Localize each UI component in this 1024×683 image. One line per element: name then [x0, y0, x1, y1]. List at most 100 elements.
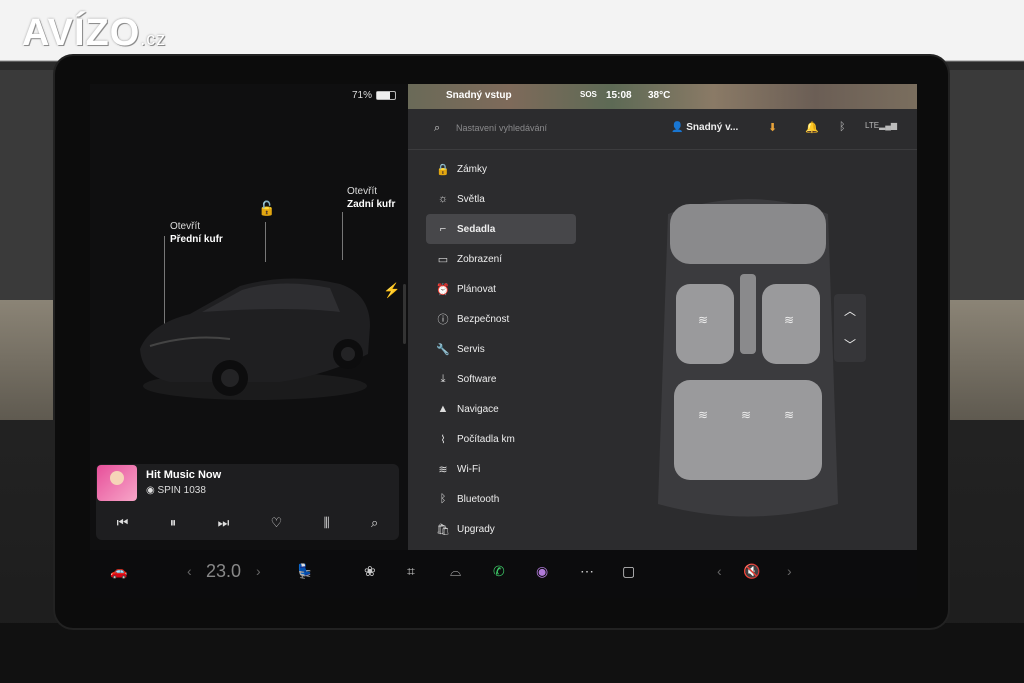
battery-percent: 71% — [351, 90, 372, 101]
map-status-strip: Snadný vstup SOS 15:08 38°C — [408, 84, 917, 109]
trip-icon: ⌇ — [440, 433, 446, 446]
settings-menu: 🔒 Zámky ☼ Světla ⌐ Sedadla ▭ Zobrazení ⏰ Plánovat… — [426, 154, 576, 544]
settings-search-input[interactable]: Nastavení vyhledávání — [456, 123, 547, 133]
menu-item-upgrady[interactable]: 🛍 Upgrady — [426, 514, 576, 544]
front-defrost-icon[interactable]: ⌓ — [450, 563, 461, 580]
search-row: ⌕ Nastavení vyhledávání 👤 Snadný v... ⬇ … — [408, 109, 917, 150]
seat-heater-icon[interactable]: 💺 — [296, 563, 313, 580]
volume-down-chevron-icon[interactable]: ‹ — [717, 563, 722, 579]
svg-text:≋: ≋ — [741, 408, 751, 422]
touchscreen: 71% Otevřít Přední kufr Otevřít Zadní ku… — [90, 84, 917, 598]
dashboard-bottom — [0, 623, 1024, 683]
clock-icon: ⏰ — [436, 283, 450, 296]
download-icon[interactable]: ⬇ — [768, 121, 777, 134]
sos-badge[interactable]: SOS — [580, 90, 597, 99]
menu-item-label: Servis — [457, 343, 485, 355]
frunk-label: Otevřít — [170, 221, 201, 232]
fan-icon[interactable]: ❀ — [364, 563, 376, 580]
frunk-value: Přední kufr — [170, 234, 223, 245]
menu-item-servis[interactable]: 🔧 Servis — [426, 334, 576, 364]
calendar-icon[interactable]: ▢ — [622, 563, 635, 580]
wrench-icon: 🔧 — [436, 343, 450, 356]
svg-text:≋: ≋ — [698, 408, 708, 422]
dashboard-right — [944, 70, 1024, 300]
menu-item-label: Bezpečnost — [457, 313, 510, 325]
station-name: ◉ SPIN 1038 — [146, 485, 206, 496]
menu-item-počítadla-km[interactable]: ⌇ Počítadla km — [426, 424, 576, 454]
svg-text:≋: ≋ — [784, 313, 794, 327]
menu-item-label: Zobrazení — [457, 253, 503, 265]
photo-scene: AVÍZO.cz 71% Otevřít Přední kufr Otevřít… — [0, 0, 1024, 683]
driver-profile[interactable]: 👤 Snadný v... — [671, 122, 738, 133]
unlock-icon[interactable]: 🔓 — [258, 200, 275, 217]
temp-down-chevron-icon[interactable]: ‹ — [187, 563, 192, 579]
car-model — [140, 278, 370, 400]
bluetooth-icon[interactable]: ᛒ — [839, 121, 846, 133]
seat-adjust-buttons: ︿ ﹀ — [834, 294, 866, 362]
next-icon[interactable]: ⏭ — [218, 515, 230, 531]
light-icon: ☼ — [437, 193, 449, 205]
scroll-indicator — [403, 284, 406, 344]
menu-item-label: Sedadla — [457, 223, 496, 235]
menu-item-zobrazení[interactable]: ▭ Zobrazení — [426, 244, 576, 274]
trunk-open-button[interactable]: Otevřít Zadní kufr — [347, 185, 395, 211]
trunk-callout-line — [342, 212, 343, 260]
song-title: Hit Music Now — [146, 469, 222, 481]
camera-icon[interactable]: ◉ — [536, 563, 548, 580]
pause-icon[interactable]: ⏸ — [170, 515, 177, 531]
album-art — [97, 465, 137, 501]
menu-item-wi-fi[interactable]: ≋ Wi-Fi — [426, 454, 576, 484]
chevron-down-icon[interactable]: ﹀ — [834, 328, 866, 362]
cabin-temperature[interactable]: 23.0 — [206, 561, 241, 582]
svg-text:≋: ≋ — [698, 313, 708, 327]
info-icon: ⓘ — [437, 314, 449, 326]
outside-temp: 38°C — [648, 90, 671, 101]
menu-item-světla[interactable]: ☼ Světla — [426, 184, 576, 214]
battery-icon — [376, 91, 396, 100]
trunk-value: Zadní kufr — [347, 199, 396, 210]
heart-icon[interactable]: ♡ — [271, 515, 283, 531]
charge-port-icon[interactable]: ⚡ — [383, 282, 400, 299]
lte-signal-icon: LTE▂▄▆ — [865, 121, 898, 130]
menu-item-sedadla[interactable]: ⌐ Sedadla — [426, 214, 576, 244]
menu-item-zámky[interactable]: 🔒 Zámky — [426, 154, 576, 184]
temp-up-chevron-icon[interactable]: › — [256, 563, 261, 579]
menu-item-label: Navigace — [457, 403, 499, 415]
lock-icon: 🔒 — [436, 163, 450, 176]
menu-item-plánovat[interactable]: ⏰ Plánovat — [426, 274, 576, 304]
search-icon[interactable]: ⌕ — [371, 515, 378, 531]
phone-icon[interactable]: ✆ — [493, 563, 505, 580]
menu-item-label: Wi-Fi — [457, 463, 481, 475]
trunk-label: Otevřít — [347, 186, 378, 197]
more-apps-icon[interactable]: ⋯ — [580, 563, 594, 580]
display-icon: ▭ — [437, 253, 449, 266]
chevron-up-icon[interactable]: ︿ — [834, 294, 866, 328]
frunk-open-button[interactable]: Otevřít Přední kufr — [170, 220, 223, 246]
download-icon: ⤓ — [440, 372, 446, 385]
menu-item-software[interactable]: ⤓ Software — [426, 364, 576, 394]
bottom-dock: 🚗 ‹ 23.0 › 💺 ❀ ⌗ ⌓ ✆ ◉ ⋯ ▢ ‹ 🔇 › — [90, 550, 917, 598]
prev-icon[interactable]: ⏮ — [117, 515, 129, 531]
car-icon[interactable]: 🚗 — [110, 563, 127, 580]
volume-up-chevron-icon[interactable]: › — [787, 563, 792, 579]
menu-item-label: Počítadla km — [457, 433, 515, 445]
menu-item-navigace[interactable]: ▲ Navigace — [426, 394, 576, 424]
car-view-pane: 71% Otevřít Přední kufr Otevřít Zadní ku… — [90, 84, 408, 550]
bell-icon[interactable]: 🔔 — [805, 121, 819, 134]
clock: 15:08 — [606, 90, 632, 101]
mute-icon[interactable]: 🔇 — [743, 563, 760, 580]
equalizer-icon[interactable]: ⫼ — [324, 515, 330, 531]
wood-trim-right — [944, 300, 1024, 420]
menu-item-label: Zámky — [457, 163, 487, 175]
media-player: Hit Music Now ◉ SPIN 1038 ⏮ ⏸ ⏭ ♡ ⫼ ⌕ — [96, 464, 399, 540]
rear-defrost-icon[interactable]: ⌗ — [407, 563, 415, 580]
bluetooth-icon: ᛒ — [439, 493, 447, 505]
wifi-icon: ≋ — [438, 463, 448, 476]
menu-item-label: Bluetooth — [457, 493, 500, 505]
bag-icon: 🛍 — [436, 523, 450, 536]
menu-item-bluetooth[interactable]: ᛒ Bluetooth — [426, 484, 576, 514]
status-profile: Snadný vstup — [446, 90, 512, 101]
menu-item-label: Světla — [457, 193, 485, 205]
search-icon: ⌕ — [434, 122, 441, 134]
menu-item-bezpečnost[interactable]: ⓘ Bezpečnost — [426, 304, 576, 334]
